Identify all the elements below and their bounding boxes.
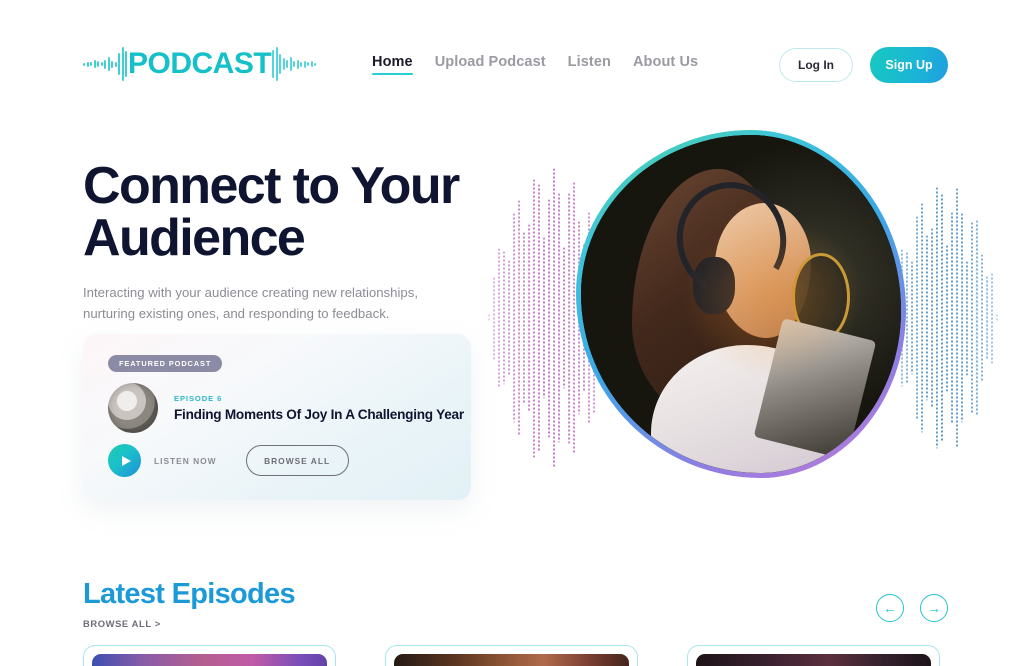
hero-title: Connect to Your Audience [83,160,503,264]
episode-card-thumbnail-3 [696,654,931,666]
hero-subtitle: Interacting with your audience creating … [83,285,419,322]
logo-waveform-left-icon [83,44,127,84]
carousel-navigation: ← → [876,594,948,622]
episode-card-list [83,645,941,666]
nav-item-about-us[interactable]: About Us [633,54,698,75]
photo-warm-light [581,135,901,473]
logo-text: PODCAST [128,47,272,80]
site-header: PODCAST Home Upload Podcast Listen About… [0,0,1024,110]
carousel-next-button[interactable]: → [920,594,948,622]
featured-card-actions: LISTEN NOW BROWSE ALL [108,444,349,477]
podcast-landing-page: PODCAST Home Upload Podcast Listen About… [0,0,1024,666]
featured-episode-thumbnail [108,383,158,433]
latest-episodes-header: Latest Episodes BROWSE ALL > [83,578,296,632]
nav-item-listen[interactable]: Listen [568,54,611,75]
episode-card[interactable] [83,645,336,666]
carousel-prev-button[interactable]: ← [876,594,904,622]
episode-card-thumbnail-1 [92,654,327,666]
hero-photo-blob-frame [576,130,906,478]
log-in-button[interactable]: Log In [779,48,853,82]
latest-episodes-title: Latest Episodes [83,578,296,610]
episode-card[interactable] [687,645,940,666]
nav-item-home[interactable]: Home [372,54,413,75]
hero-visual [480,118,1000,518]
latest-browse-all-link[interactable]: BROWSE ALL > [83,618,161,629]
listen-now-label[interactable]: LISTEN NOW [154,456,217,466]
waveform-decoration-right-icon [891,187,998,449]
featured-episode-row: EPISODE 6 Finding Moments Of Joy In A Ch… [108,383,464,433]
hero-text-block: Connect to Your Audience Interacting wit… [83,160,503,325]
play-button[interactable] [108,444,141,477]
play-triangle-icon [121,455,131,466]
featured-episode-meta: EPISODE 6 Finding Moments Of Joy In A Ch… [174,394,464,422]
featured-podcast-card[interactable]: FEATURED PODCAST EPISODE 6 Finding Momen… [83,334,471,500]
hero-title-line-1: Connect to Your [83,157,460,215]
featured-episode-number: EPISODE 6 [174,394,223,403]
nav-item-upload-podcast[interactable]: Upload Podcast [435,54,546,75]
browse-all-button[interactable]: BROWSE ALL [245,445,349,476]
sign-up-button[interactable]: Sign Up [870,47,948,83]
hero-photo [581,135,901,473]
logo-waveform-right-icon [272,44,317,84]
featured-podcast-badge: FEATURED PODCAST [108,355,223,372]
episode-card-thumbnail-2 [394,654,629,666]
auth-buttons: Log In Sign Up [779,47,948,83]
featured-episode-title: Finding Moments Of Joy In A Challenging … [174,407,464,422]
hero-title-line-2: Audience [83,209,306,267]
main-navigation: Home Upload Podcast Listen About Us [372,54,698,75]
episode-card[interactable] [385,645,638,666]
brand-logo[interactable]: PODCAST [83,40,317,88]
